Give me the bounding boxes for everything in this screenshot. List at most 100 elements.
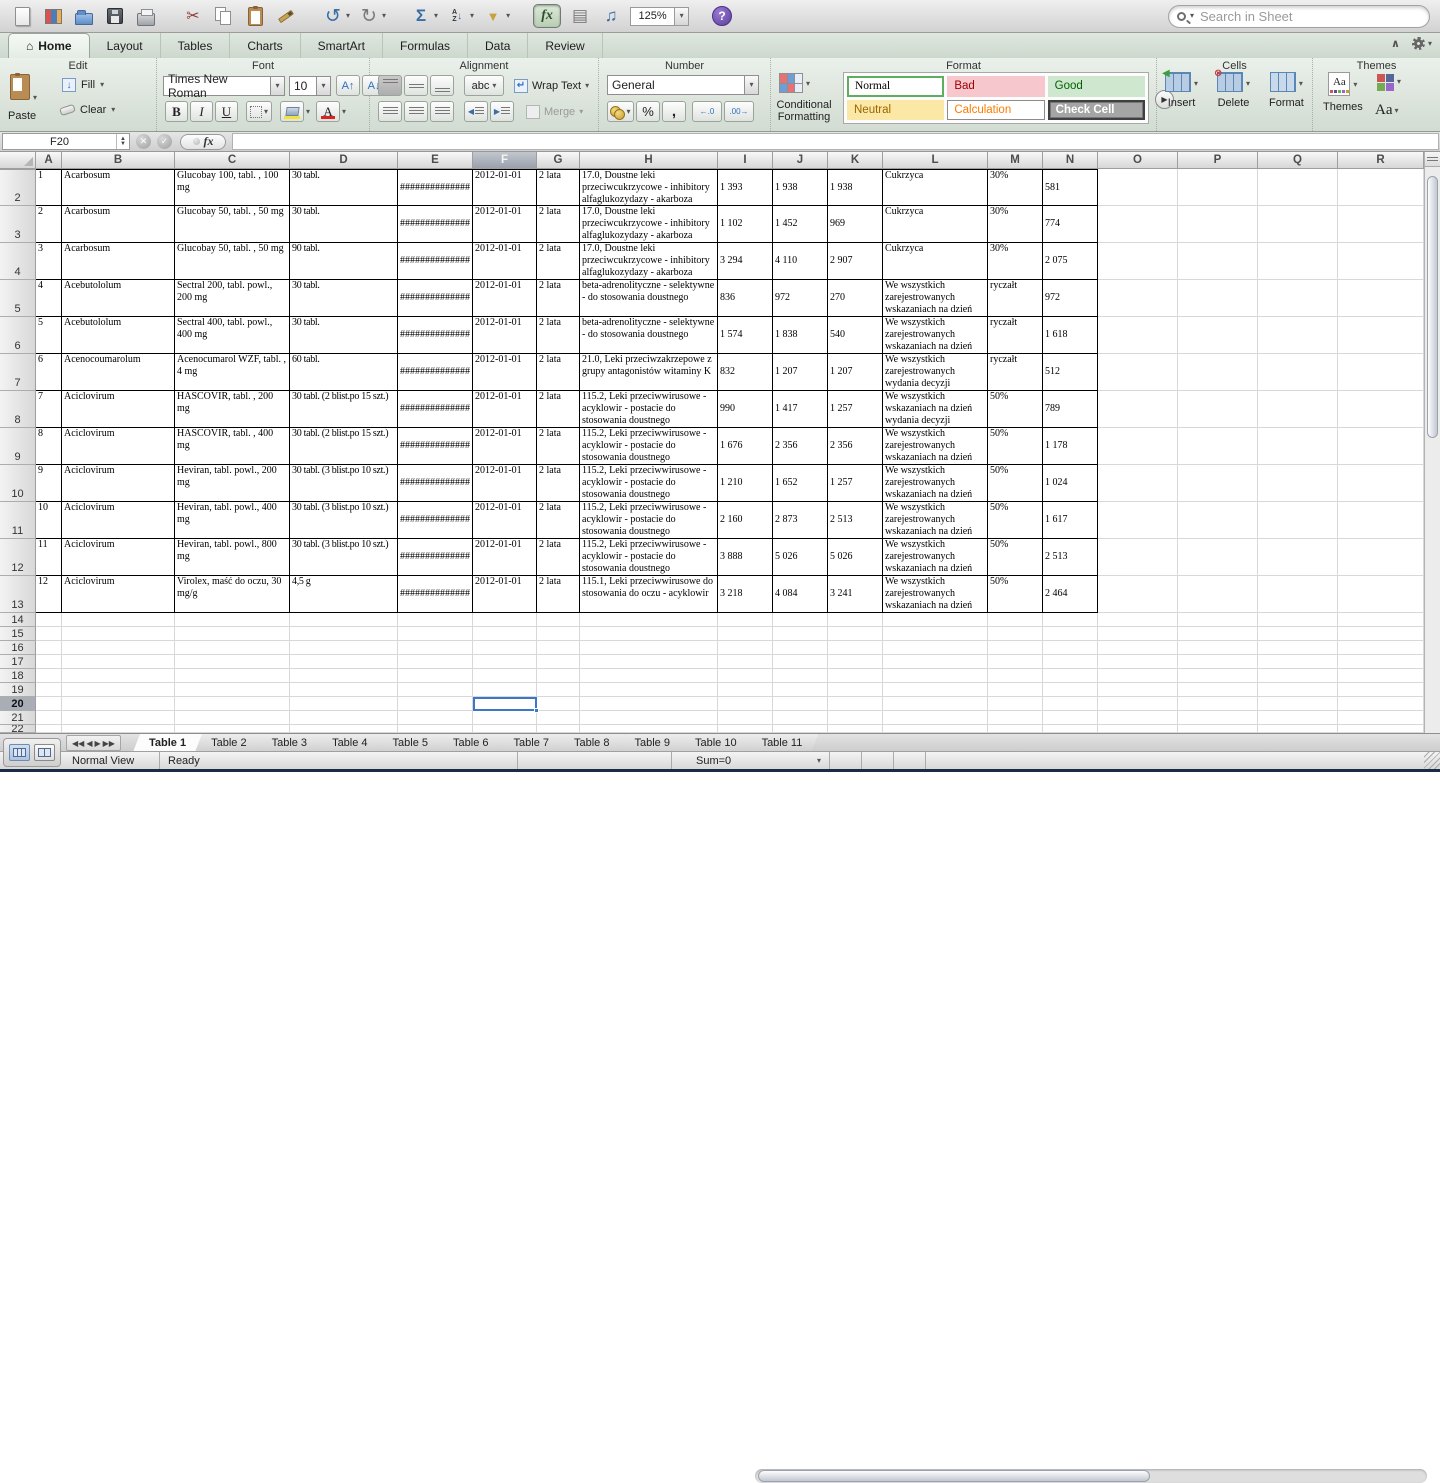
cell-P13[interactable] [1178,576,1258,613]
tab-smartart[interactable]: SmartArt [301,33,383,58]
cell-J5[interactable]: 972 [773,280,828,317]
resize-grip[interactable] [1424,752,1440,770]
row-header-17[interactable]: 17 [0,655,36,669]
cell-I10[interactable]: 1 210 [718,465,773,502]
cell-M8[interactable]: 50% [988,391,1043,428]
sheet-tab-table-10[interactable]: Table 10 [679,734,753,752]
workbook-gallery-icon[interactable] [41,4,65,28]
cell-J9[interactable]: 2 356 [773,428,828,465]
cell-I22[interactable] [718,725,773,733]
cell-G13[interactable]: 2 lata [537,576,580,613]
cell-P16[interactable] [1178,641,1258,655]
cell-H6[interactable]: beta-adrenolityczne - selektywne - do st… [580,317,718,354]
column-header-A[interactable]: A [36,152,62,169]
cell-B12[interactable]: Aciclovirum [62,539,175,576]
cell-E11[interactable]: ############## [398,502,473,539]
cell-O8[interactable] [1098,391,1178,428]
cell-M14[interactable] [988,613,1043,627]
sheet-tab-table-11[interactable]: Table 11 [746,734,819,752]
cell-E10[interactable]: ############## [398,465,473,502]
row-header-9[interactable]: 9 [0,428,36,465]
cell-J12[interactable]: 5 026 [773,539,828,576]
cell-Q4[interactable] [1258,243,1338,280]
cell-M4[interactable]: 30% [988,243,1043,280]
cell-K3[interactable]: 969 [828,206,883,243]
cell-D15[interactable] [290,627,398,641]
increase-indent-button[interactable]: ▶ [490,101,514,122]
cell-I17[interactable] [718,655,773,669]
cell-C16[interactable] [175,641,290,655]
cell-L22[interactable] [883,725,988,733]
sheet-tab-table-3[interactable]: Table 3 [256,734,323,752]
cell-A9[interactable]: 8 [36,428,62,465]
cell-N9[interactable]: 1 178 [1043,428,1098,465]
cell-J20[interactable] [773,697,828,711]
open-icon[interactable] [72,4,96,28]
cell-A14[interactable] [36,613,62,627]
cell-O6[interactable] [1098,317,1178,354]
cell-I15[interactable] [718,627,773,641]
cell-H14[interactable] [580,613,718,627]
cell-I19[interactable] [718,683,773,697]
row-header-7[interactable]: 7 [0,354,36,391]
cell-Q18[interactable] [1258,669,1338,683]
search-scope-caret-icon[interactable]: ▾ [1190,12,1194,20]
cell-A12[interactable]: 11 [36,539,62,576]
cell-I7[interactable]: 832 [718,354,773,391]
cell-E15[interactable] [398,627,473,641]
cell-O10[interactable] [1098,465,1178,502]
cell-H19[interactable] [580,683,718,697]
cell-N15[interactable] [1043,627,1098,641]
cell-H13[interactable]: 115.1, Leki przeciwwirusowe do stosowani… [580,576,718,613]
cell-F12[interactable]: 2012-01-01 [473,539,537,576]
cell-A17[interactable] [36,655,62,669]
bold-button[interactable]: B [165,101,188,122]
cell-H18[interactable] [580,669,718,683]
help-icon[interactable]: ? [712,6,732,26]
cell-J4[interactable]: 4 110 [773,243,828,280]
fill-dropdown-caret-icon[interactable]: ▾ [100,81,104,89]
conditional-formatting-button[interactable]: ▾ [779,73,810,93]
cell-R10[interactable] [1338,465,1424,502]
cell-Q22[interactable] [1258,725,1338,733]
cell-N7[interactable]: 512 [1043,354,1098,391]
cell-O7[interactable] [1098,354,1178,391]
cell-N8[interactable]: 789 [1043,391,1098,428]
cell-D13[interactable]: 4,5 g [290,576,398,613]
row-header-15[interactable]: 15 [0,627,36,641]
cell-L11[interactable]: We wszystkich zarejestrowanych wskazania… [883,502,988,539]
copy-icon[interactable] [212,4,236,28]
column-header-O[interactable]: O [1098,152,1178,169]
cancel-icon[interactable]: ✕ [136,134,151,149]
cell-P6[interactable] [1178,317,1258,354]
cell-H8[interactable]: 115.2, Leki przeciwwirusowe - acyklowir … [580,391,718,428]
cell-I3[interactable]: 1 102 [718,206,773,243]
cell-B13[interactable]: Aciclovirum [62,576,175,613]
cell-Q7[interactable] [1258,354,1338,391]
column-header-B[interactable]: B [62,152,175,169]
cell-K2[interactable]: 1 938 [828,169,883,206]
cell-I11[interactable]: 2 160 [718,502,773,539]
cell-N20[interactable] [1043,697,1098,711]
cell-Q8[interactable] [1258,391,1338,428]
cell-E17[interactable] [398,655,473,669]
column-header-P[interactable]: P [1178,152,1258,169]
cell-J14[interactable] [773,613,828,627]
wrap-text-caret-icon[interactable]: ▾ [585,82,589,90]
cell-K5[interactable]: 270 [828,280,883,317]
cell-I6[interactable]: 1 574 [718,317,773,354]
cell-A22[interactable] [36,725,62,733]
previous-sheet-button[interactable]: ◀ [86,739,92,748]
cell-A4[interactable]: 3 [36,243,62,280]
cell-I14[interactable] [718,613,773,627]
cell-C3[interactable]: Glucobay 50, tabl. , 50 mg [175,206,290,243]
cell-N6[interactable]: 1 618 [1043,317,1098,354]
cell-F8[interactable]: 2012-01-01 [473,391,537,428]
align-left-button[interactable] [378,101,402,122]
cell-C21[interactable] [175,711,290,725]
cell-J7[interactable]: 1 207 [773,354,828,391]
cell-F11[interactable]: 2012-01-01 [473,502,537,539]
cell-J13[interactable]: 4 084 [773,576,828,613]
cell-A18[interactable] [36,669,62,683]
cell-Q6[interactable] [1258,317,1338,354]
